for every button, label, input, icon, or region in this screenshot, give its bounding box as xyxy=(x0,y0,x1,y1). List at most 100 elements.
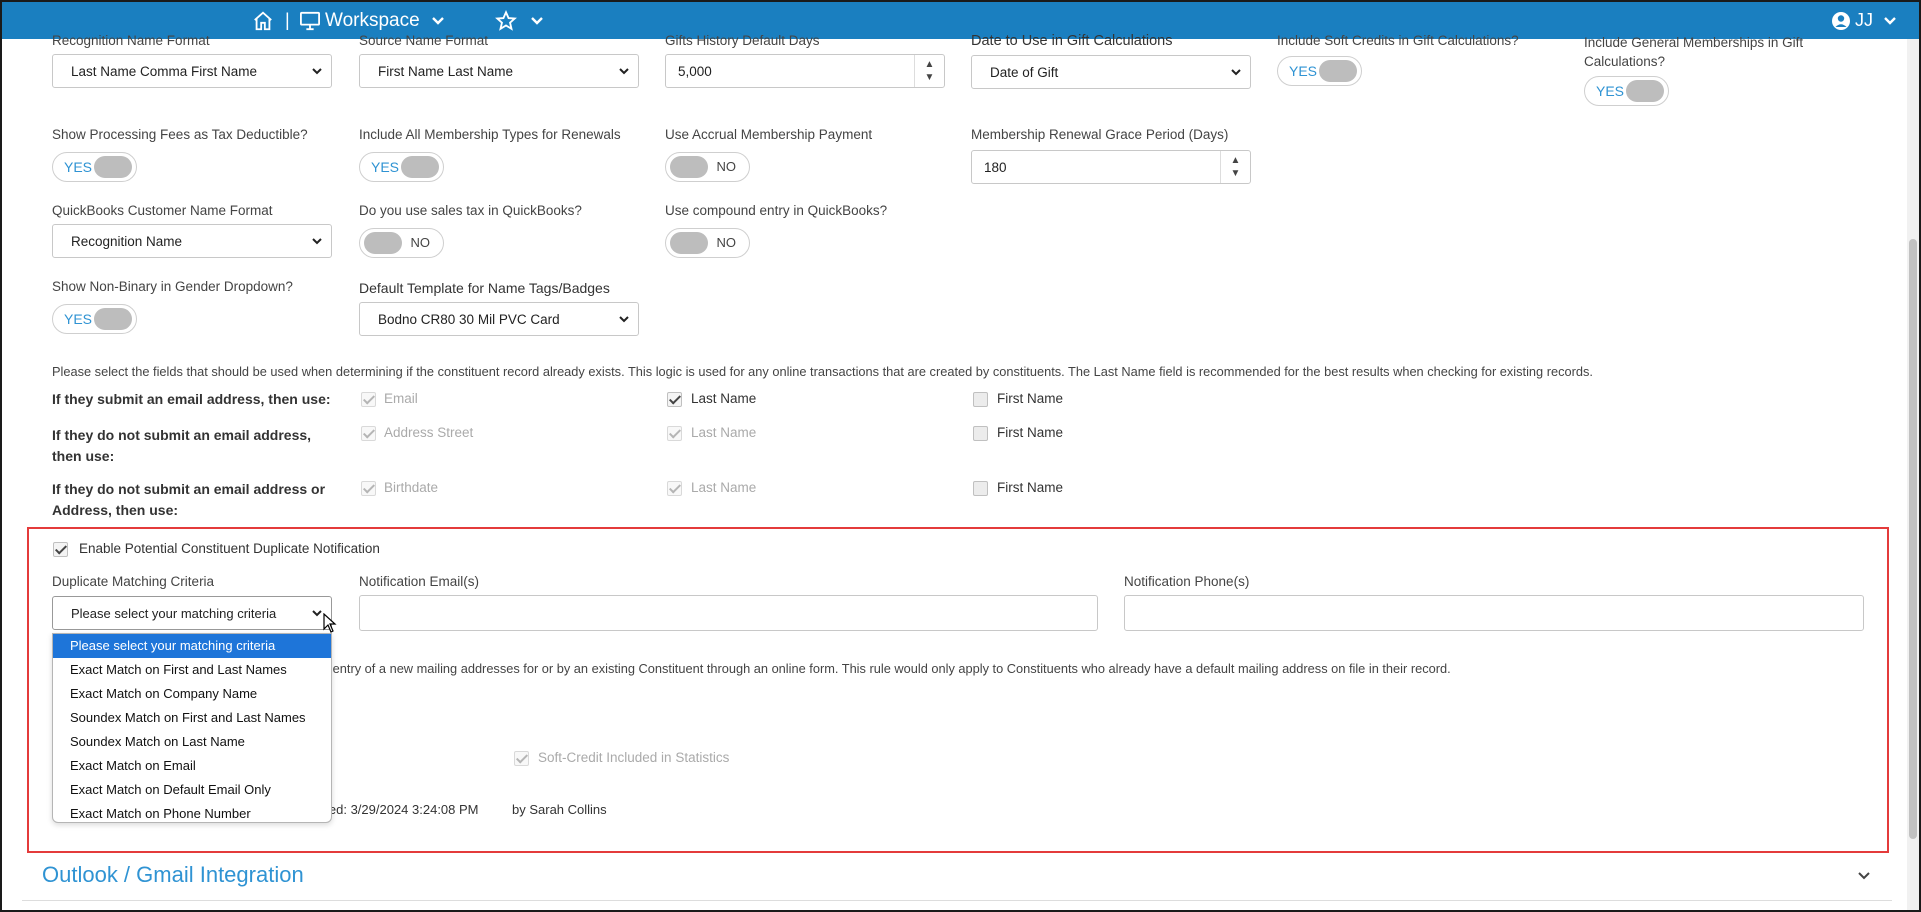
workspace-label: Workspace xyxy=(325,9,420,31)
settings-content: Recognition Name Format Last Name Comma … xyxy=(2,33,1907,910)
spin-down-icon[interactable]: ▼ xyxy=(1231,167,1241,180)
qb-customer-name-select[interactable]: Recognition Name xyxy=(52,224,332,258)
toggle-state: YES xyxy=(371,159,400,175)
section-divider xyxy=(22,900,1892,901)
enable-duplicate-label: Enable Potential Constituent Duplicate N… xyxy=(79,541,380,556)
soft-credits-label: Include Soft Credits in Gift Calculation… xyxy=(1277,33,1519,48)
gifts-history-days-input[interactable]: 5,000 ▲ ▼ xyxy=(665,54,945,88)
chevron-down-icon xyxy=(1231,69,1241,76)
toggle-knob xyxy=(94,156,132,178)
accrual-payment-label: Use Accrual Membership Payment xyxy=(665,127,873,142)
notification-email-input[interactable] xyxy=(359,595,1098,631)
soft-credits-toggle[interactable]: YES xyxy=(1277,56,1362,86)
page-scrollbar[interactable] xyxy=(1907,39,1919,910)
matching-criteria-option[interactable]: Soundex Match on First and Last Names xyxy=(53,706,331,730)
source-name-format-value: First Name Last Name xyxy=(378,63,514,79)
matching-criteria-label: Duplicate Matching Criteria xyxy=(52,574,215,589)
rule2-lastname-checkbox[interactable] xyxy=(667,426,682,441)
matching-criteria-option[interactable]: Exact Match on First and Last Names xyxy=(53,658,331,682)
user-initials: JJ xyxy=(1855,10,1873,30)
outlook-gmail-section-title[interactable]: Outlook / Gmail Integration xyxy=(42,862,304,888)
compound-entry-label: Use compound entry in QuickBooks? xyxy=(665,203,888,218)
matching-criteria-option[interactable]: Soundex Match on Last Name xyxy=(53,730,331,754)
toggle-knob xyxy=(94,308,132,330)
favorites-menu[interactable] xyxy=(495,2,545,39)
rule3-label: If they do not submit an email address o… xyxy=(52,481,326,518)
toggle-state: NO xyxy=(716,235,737,250)
source-name-format-select[interactable]: First Name Last Name xyxy=(359,54,639,88)
toggle-knob xyxy=(670,232,708,254)
spin-down-icon[interactable]: ▼ xyxy=(925,71,935,84)
rule3-firstname-checkbox[interactable] xyxy=(973,481,988,496)
nonbinary-gender-toggle[interactable]: YES xyxy=(52,304,137,334)
home-icon[interactable] xyxy=(252,2,274,39)
matching-criteria-option[interactable]: Exact Match on Company Name xyxy=(53,682,331,706)
rule3-birthdate-checkbox[interactable] xyxy=(361,481,376,496)
grace-period-input[interactable]: 180 ▲ ▼ xyxy=(971,150,1251,184)
membership-types-label: Include All Membership Types for Renewal… xyxy=(359,127,621,142)
chevron-down-icon[interactable] xyxy=(1856,868,1872,884)
chevron-down-icon xyxy=(531,16,543,25)
scrollbar-thumb[interactable] xyxy=(1909,239,1917,839)
chevron-down-icon xyxy=(312,610,322,617)
recognition-name-format-select[interactable]: Last Name Comma First Name xyxy=(52,54,332,88)
recognition-name-format-label: Recognition Name Format xyxy=(52,33,210,48)
name-tag-template-select[interactable]: Bodno CR80 30 Mil PVC Card xyxy=(359,302,639,336)
rule1-lastname-checkbox[interactable] xyxy=(667,392,682,407)
soft-credit-statistics-checkbox[interactable] xyxy=(514,751,529,766)
toggle-state: NO xyxy=(410,235,431,250)
rule3-lastname-checkbox[interactable] xyxy=(667,481,682,496)
matching-criteria-option[interactable]: Exact Match on Default Email Only xyxy=(53,778,331,802)
accrual-payment-toggle[interactable]: NO xyxy=(665,152,750,182)
compound-entry-toggle[interactable]: NO xyxy=(665,228,750,258)
notification-phone-label: Notification Phone(s) xyxy=(1124,574,1250,589)
gifts-history-days-label: Gifts History Default Days xyxy=(665,33,820,48)
number-spinner[interactable]: ▲ ▼ xyxy=(914,55,944,87)
name-tag-template-label: Default Template for Name Tags/Badges xyxy=(359,280,610,296)
rule2-address-checkbox[interactable] xyxy=(361,426,376,441)
toggle-state: YES xyxy=(64,311,93,327)
rule2-firstname-label: First Name xyxy=(997,425,1064,440)
rule1-lastname-label: Last Name xyxy=(691,391,757,406)
rule2-firstname-checkbox[interactable] xyxy=(973,426,988,441)
notification-phone-input[interactable] xyxy=(1124,595,1864,631)
membership-types-toggle[interactable]: YES xyxy=(359,152,444,182)
processing-fees-label: Show Processing Fees as Tax Deductible? xyxy=(52,127,308,142)
number-spinner[interactable]: ▲ ▼ xyxy=(1220,151,1250,183)
spin-up-icon[interactable]: ▲ xyxy=(925,58,935,71)
matching-criteria-option[interactable]: Exact Match on Email xyxy=(53,754,331,778)
matching-criteria-option[interactable]: Exact Match on Phone Number xyxy=(53,802,331,826)
monitor-icon xyxy=(300,11,320,30)
chevron-down-icon xyxy=(619,316,629,323)
toggle-knob xyxy=(401,156,439,178)
topbar-separator: | xyxy=(285,10,290,30)
general-memberships-label: Include General Memberships in Gift Calc… xyxy=(1584,35,1804,69)
rule2-lastname-label: Last Name xyxy=(691,425,757,440)
qb-customer-name-label: QuickBooks Customer Name Format xyxy=(52,203,273,218)
source-name-format-label: Source Name Format xyxy=(359,33,489,48)
enable-duplicate-checkbox[interactable] xyxy=(53,542,68,557)
toggle-knob xyxy=(364,232,402,254)
mouse-cursor-icon xyxy=(323,613,337,633)
matching-criteria-select[interactable]: Please select your matching criteria xyxy=(52,596,332,630)
chevron-down-icon xyxy=(312,238,322,245)
notification-email-label: Notification Email(s) xyxy=(359,574,480,589)
qb-customer-name-value: Recognition Name xyxy=(71,233,183,249)
user-menu[interactable]: JJ xyxy=(1831,2,1898,39)
matching-criteria-option[interactable]: Please select your matching criteria xyxy=(53,634,331,658)
toggle-state: YES xyxy=(64,159,93,175)
rule1-email-checkbox[interactable] xyxy=(361,392,376,407)
spin-up-icon[interactable]: ▲ xyxy=(1231,154,1241,167)
sales-tax-toggle[interactable]: NO xyxy=(359,228,444,258)
rule1-firstname-checkbox[interactable] xyxy=(973,392,988,407)
processing-fees-toggle[interactable]: YES xyxy=(52,152,137,182)
rule3-birthdate-label: Birthdate xyxy=(384,480,439,495)
toggle-knob xyxy=(1319,60,1357,82)
date-gift-calculations-select[interactable]: Date of Gift xyxy=(971,55,1251,89)
matching-criteria-value: Please select your matching criteria xyxy=(71,605,277,621)
rule2-address-label: Address Street xyxy=(384,425,474,440)
app-window: { "topbar": { "workspace_label": "Worksp… xyxy=(0,0,1921,912)
chevron-down-icon xyxy=(431,16,444,25)
toggle-state: YES xyxy=(1289,63,1318,79)
general-memberships-toggle[interactable]: YES xyxy=(1584,76,1669,106)
